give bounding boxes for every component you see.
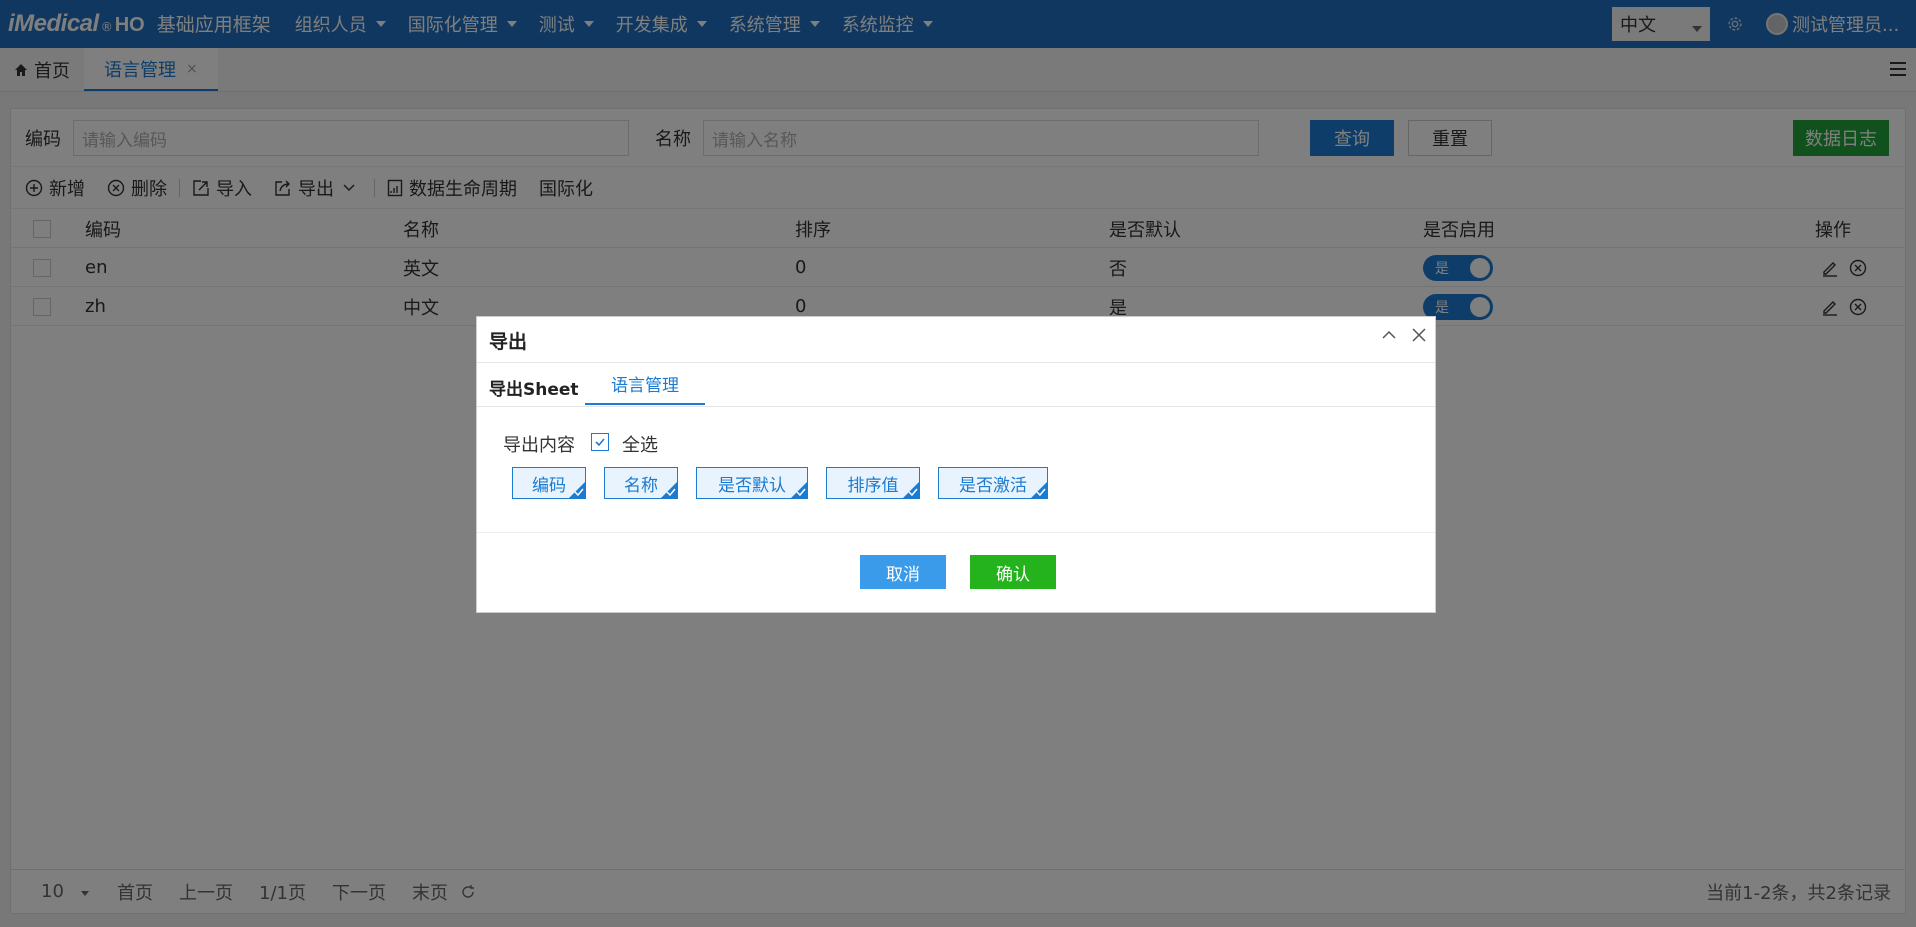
check-icon	[1036, 488, 1046, 496]
cancel-button[interactable]: 取消	[860, 555, 946, 589]
tab-language-management-sheet[interactable]: 语言管理	[585, 363, 705, 405]
export-dialog: 导出 导出Sheet 语言管理 导出内容 全选 编码 名称 是否默认 排序值 是…	[476, 316, 1436, 613]
check-icon	[595, 438, 605, 447]
dialog-body: 导出内容 全选 编码 名称 是否默认 排序值 是否激活	[477, 407, 1435, 533]
field-tag[interactable]: 排序值	[826, 467, 920, 499]
field-tag[interactable]: 是否激活	[938, 467, 1048, 499]
field-tag[interactable]: 编码	[512, 467, 586, 499]
sheet-tabs: 导出Sheet 语言管理	[477, 363, 1435, 407]
check-icon	[574, 488, 584, 496]
field-tag-label: 是否默认	[718, 475, 786, 496]
sheet-label: 导出Sheet	[489, 380, 579, 400]
export-content-label: 导出内容	[503, 435, 575, 456]
check-icon	[666, 488, 676, 496]
field-tag[interactable]: 是否默认	[696, 467, 808, 499]
export-field-tags: 编码 名称 是否默认 排序值 是否激活	[512, 467, 1066, 499]
field-tag-label: 排序值	[847, 475, 899, 496]
close-icon[interactable]	[1411, 327, 1427, 343]
field-tag[interactable]: 名称	[604, 467, 678, 499]
select-all-checkbox[interactable]	[591, 433, 609, 451]
field-tag-label: 名称	[624, 475, 658, 496]
dialog-header: 导出	[477, 317, 1435, 363]
chevron-up-icon[interactable]	[1381, 327, 1397, 343]
dialog-title: 导出	[489, 331, 528, 353]
confirm-button[interactable]: 确认	[970, 555, 1056, 589]
select-all-label: 全选	[622, 435, 658, 456]
field-tag-label: 编码	[532, 475, 566, 496]
check-icon	[796, 488, 806, 496]
dialog-header-icons	[1367, 327, 1427, 343]
field-tag-label: 是否激活	[959, 475, 1027, 496]
check-icon	[908, 488, 918, 496]
